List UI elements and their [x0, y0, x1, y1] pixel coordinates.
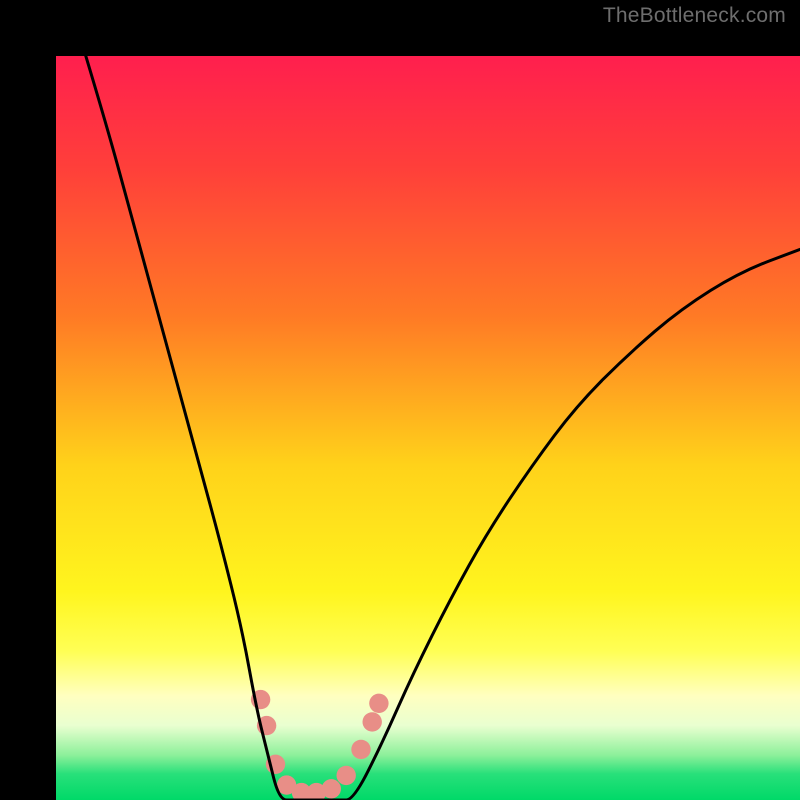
valley-dot [322, 779, 341, 798]
valley-dot [363, 712, 382, 731]
watermark-text: TheBottleneck.com [603, 4, 786, 28]
valley-dot [337, 766, 356, 785]
valley-dot [369, 694, 388, 713]
valley-dot [351, 740, 370, 759]
gradient-background [56, 56, 800, 800]
bottleneck-chart [56, 56, 800, 800]
plot-area [28, 28, 772, 772]
